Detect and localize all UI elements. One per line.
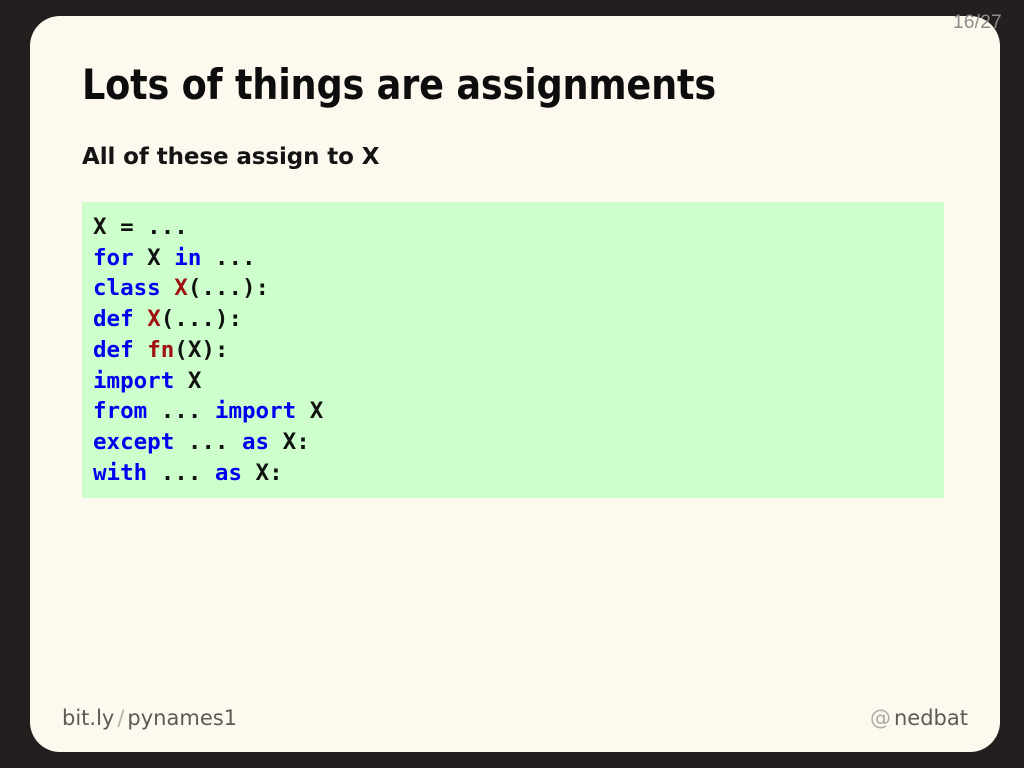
code-token-txt: ... — [147, 459, 215, 486]
footer-path: pynames1 — [127, 706, 238, 730]
slide: Lots of things are assignments All of th… — [30, 16, 1000, 752]
code-line: X = ... — [93, 212, 944, 243]
code-line: def fn(X): — [93, 335, 944, 366]
code-token-name: X — [174, 275, 188, 302]
code-token-txt: ... — [174, 428, 243, 455]
at-sign-icon: @ — [870, 706, 891, 730]
code-token-kw: with — [93, 459, 148, 486]
slide-content: Lots of things are assignments All of th… — [30, 16, 1000, 752]
code-line: except ... as X: — [93, 427, 944, 458]
page-title: Lots of things are assignments — [82, 60, 716, 109]
code-token-kw: except — [93, 428, 175, 455]
code-token-txt: X = ... — [93, 214, 188, 240]
code-token-txt: X: — [242, 459, 283, 486]
code-token-name: X — [147, 306, 161, 333]
code-token-txt: X — [133, 244, 175, 271]
code-token-kw: as — [242, 428, 270, 455]
code-block: X = ... for X in ... class X(...): def X(..… — [82, 202, 944, 498]
code-token-kw: def — [93, 336, 134, 363]
code-token-kw: def — [93, 306, 134, 333]
code-token-kw: from — [93, 398, 148, 425]
page-counter: 16/27 — [952, 12, 1002, 33]
code-line: import X — [93, 366, 944, 397]
footer-handle-name: nedbat — [894, 706, 968, 730]
footer-handle[interactable]: @ nedbat — [870, 706, 968, 730]
code-token-kw: in — [174, 244, 202, 271]
code-line: class X(...): — [93, 273, 944, 304]
code-token-kw: class — [93, 275, 161, 302]
code-token-kw: for — [93, 244, 134, 271]
footer-domain: bit.ly — [62, 706, 115, 730]
code-token-txt: X: — [269, 428, 310, 455]
code-line: for X in ... — [93, 243, 944, 274]
code-token-txt: ... — [201, 244, 256, 271]
code-line: with ... as X: — [93, 458, 944, 489]
code-token-txt: ... — [147, 398, 215, 425]
presentation-viewer: 16/27 Lots of things are assignments All… — [0, 0, 1024, 768]
footer-separator: / — [117, 706, 125, 730]
code-token-txt: X — [296, 398, 324, 425]
slide-subtitle: All of these assign to X — [82, 144, 380, 170]
footer-link-left[interactable]: bit.ly / pynames1 — [62, 706, 237, 730]
code-token-txt: (X): — [174, 336, 229, 363]
code-line: def X(...): — [93, 304, 944, 335]
code-line: from ... import X — [93, 396, 944, 427]
code-token-kw: import — [93, 367, 175, 394]
code-token-name: fn — [147, 336, 175, 363]
code-token-kw: import — [214, 398, 297, 425]
code-token-txt: (...): — [187, 275, 270, 302]
code-token-kw: as — [214, 459, 243, 486]
code-token-txt: (...): — [160, 306, 243, 333]
code-token-txt: X — [174, 367, 202, 394]
